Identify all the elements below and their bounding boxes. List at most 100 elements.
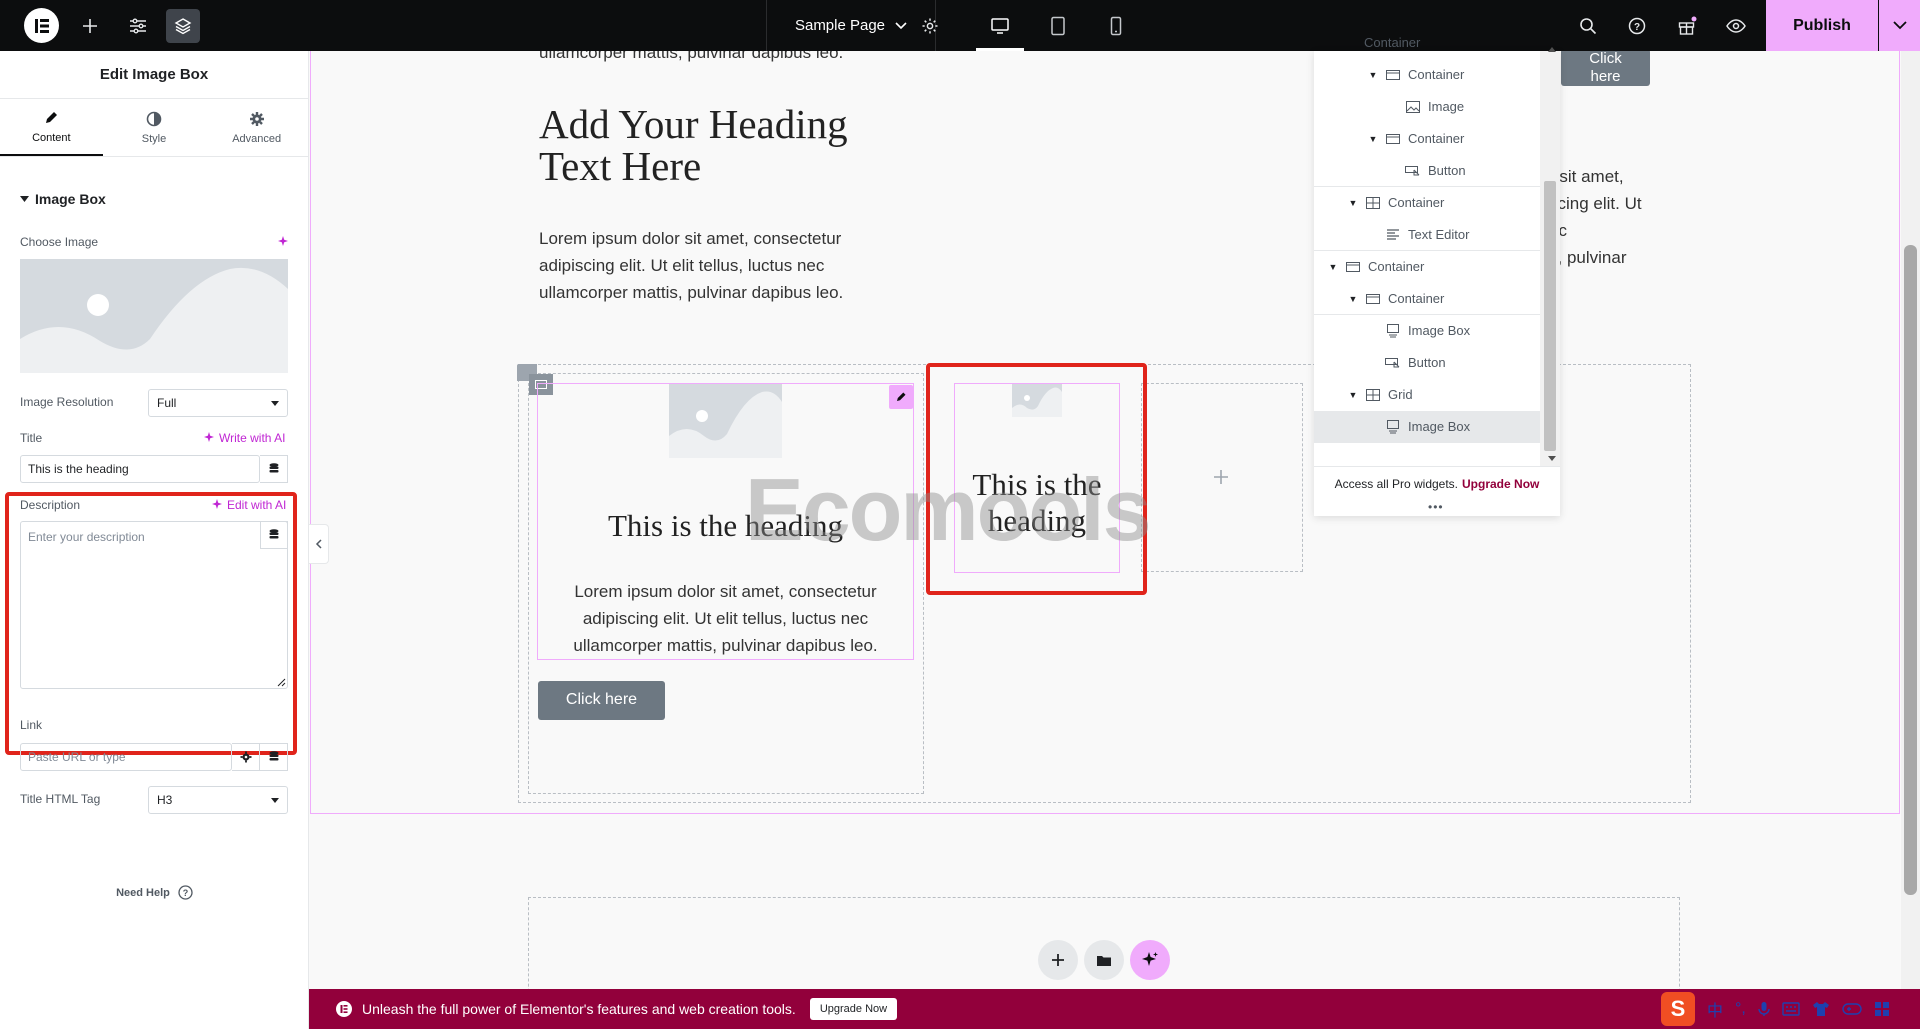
template-library-folder-icon[interactable]: [1084, 940, 1124, 980]
write-ai-label: Write with AI: [219, 431, 286, 445]
keyboard-icon[interactable]: [1782, 1002, 1800, 1016]
link-label: Link: [20, 718, 43, 732]
mic-icon[interactable]: [1758, 1001, 1770, 1017]
ime-punctuation[interactable]: °,: [1735, 1000, 1746, 1018]
navigator-item[interactable]: Button: [1314, 155, 1540, 186]
title-html-tag-label: Title HTML Tag: [20, 792, 101, 806]
navigator-item[interactable]: Image: [1314, 91, 1540, 122]
chevron-down-icon: [895, 21, 907, 29]
ai-sparkle-icon[interactable]: [277, 236, 289, 248]
grid-icon: [1364, 388, 1382, 401]
title-html-tag-select[interactable]: H3: [148, 786, 288, 814]
page-scroll-thumb[interactable]: [1904, 245, 1917, 895]
caret-down-icon[interactable]: ▼: [1348, 198, 1358, 208]
container-icon: [1384, 69, 1402, 80]
navigator-item[interactable]: Button: [1314, 347, 1540, 378]
page-settings-gear-icon[interactable]: [918, 0, 942, 51]
image-box-icon: [1384, 323, 1402, 338]
caret-down-icon[interactable]: ▼: [1368, 134, 1378, 144]
help-icon[interactable]: ?: [1625, 0, 1649, 51]
add-section-plus-icon[interactable]: [1038, 940, 1078, 980]
navigator-item[interactable]: Image Box: [1314, 411, 1540, 442]
tablet-view-icon[interactable]: [1030, 0, 1086, 51]
navigator-item[interactable]: Text Editor: [1314, 219, 1540, 250]
mobile-view-icon[interactable]: [1088, 0, 1144, 51]
caret-down-icon[interactable]: ▼: [1348, 390, 1358, 400]
caret-down-icon[interactable]: ▼: [1348, 294, 1358, 304]
navigator-layers-icon[interactable]: [166, 9, 200, 43]
navigator-item[interactable]: Image Box: [1314, 315, 1540, 346]
nav-item-label: Button: [1428, 163, 1466, 178]
top-click-here-button[interactable]: Click here: [1561, 51, 1650, 86]
title-input[interactable]: This is the heading: [20, 455, 260, 483]
navigator-item[interactable]: ▼ Container: [1314, 283, 1540, 314]
add-element-plus-icon[interactable]: [1213, 469, 1229, 485]
navigator-item[interactable]: ▼ Container: [1314, 251, 1540, 282]
navigator-item[interactable]: ▼ Container: [1314, 59, 1540, 90]
ai-sparkle-icon[interactable]: [1130, 940, 1170, 980]
page-title-dropdown[interactable]: Sample Page: [766, 0, 936, 51]
nav-item-label: Container: [1368, 259, 1425, 274]
navigator-item[interactable]: ▼ Container: [1314, 187, 1540, 218]
elementor-logo-icon[interactable]: [24, 8, 59, 43]
heading-widget[interactable]: Add Your Heading Text Here: [539, 103, 848, 187]
tab-advanced[interactable]: Advanced: [205, 99, 308, 156]
dynamic-tags-icon[interactable]: [260, 455, 288, 483]
title-label: Title: [20, 431, 43, 445]
banner-text: Unleash the full power of Elementor's fe…: [362, 1001, 796, 1017]
scroll-down-arrow-icon[interactable]: [1548, 456, 1556, 461]
nav-item-label: Container: [1408, 67, 1465, 82]
navigator-scroll-thumb[interactable]: [1544, 181, 1556, 451]
desktop-view-icon[interactable]: [972, 0, 1028, 51]
navigator-item[interactable]: ▼ Container: [1314, 123, 1540, 154]
banner-upgrade-button[interactable]: Upgrade Now: [809, 998, 898, 1020]
text-editor-widget[interactable]: Lorem ipsum dolor sit amet, consectetur …: [539, 225, 843, 306]
gear-icon: [249, 111, 264, 126]
collapse-panel-chevron-icon[interactable]: [309, 524, 329, 564]
publish-options-chevron-icon[interactable]: [1879, 0, 1920, 51]
site-settings-icon[interactable]: [126, 0, 150, 51]
shirt-icon[interactable]: [1812, 1001, 1830, 1017]
heading-line: Add Your Heading: [539, 101, 848, 147]
image-placeholder[interactable]: [20, 259, 288, 373]
caret-down-icon: [271, 400, 279, 406]
ime-mode[interactable]: 中: [1707, 997, 1723, 1021]
caret-down-icon[interactable]: ▼: [1368, 70, 1378, 80]
preview-eye-icon[interactable]: [1724, 0, 1748, 51]
scroll-up-arrow-icon[interactable]: [1548, 47, 1556, 52]
tab-content[interactable]: Content: [0, 99, 103, 156]
text-editor-icon: [1384, 228, 1402, 241]
nav-item-label: Container: [1388, 195, 1445, 210]
caret-down-icon[interactable]: ▼: [1328, 262, 1338, 272]
search-icon[interactable]: [1576, 0, 1600, 51]
paragraph-line: Lorem ipsum dolor sit amet, consectetur: [539, 229, 842, 248]
nav-item-label: Image Box: [1408, 323, 1471, 338]
gift-icon[interactable]: [1675, 0, 1699, 51]
section-image-box-toggle[interactable]: Image Box: [20, 191, 106, 207]
click-here-button[interactable]: Click here: [538, 681, 665, 720]
tab-label: Content: [32, 131, 71, 144]
help-icon: ?: [178, 885, 193, 900]
tab-style[interactable]: Style: [103, 99, 206, 156]
link-options-gear-icon[interactable]: [232, 743, 260, 771]
navigator-item[interactable]: ▼ Grid: [1314, 379, 1540, 410]
publish-button[interactable]: Publish: [1766, 0, 1878, 51]
edit-widget-pencil-icon[interactable]: [889, 385, 913, 409]
gamepad-icon[interactable]: [1842, 1002, 1862, 1016]
dynamic-tags-icon[interactable]: [260, 743, 288, 771]
paragraph-line: r sit amet,: [1549, 167, 1624, 186]
add-element-icon[interactable]: [78, 0, 102, 51]
choose-image-label: Choose Image: [20, 235, 99, 249]
right-text-editor-partial[interactable]: r sit amet, scing elit. Ut ec s, pulvina…: [1549, 163, 1642, 271]
grid-icon[interactable]: [1874, 1001, 1890, 1017]
sogou-ime-logo-icon[interactable]: S: [1661, 992, 1695, 1026]
link-input[interactable]: Paste URL or type: [20, 743, 232, 771]
navigator-resize-handle-icon[interactable]: •••: [1428, 500, 1444, 514]
write-with-ai-link[interactable]: Write with AI: [203, 431, 285, 445]
button-icon: [1404, 165, 1422, 177]
image-resolution-select[interactable]: Full: [148, 389, 288, 417]
need-help-link[interactable]: Need Help ?: [0, 885, 309, 900]
nav-footer-text: Access all Pro widgets.: [1334, 476, 1459, 491]
navigator-panel: Container ▼ Container Image ▼ Container Butto…: [1314, 37, 1560, 516]
upgrade-now-link[interactable]: Upgrade Now: [1462, 477, 1539, 491]
